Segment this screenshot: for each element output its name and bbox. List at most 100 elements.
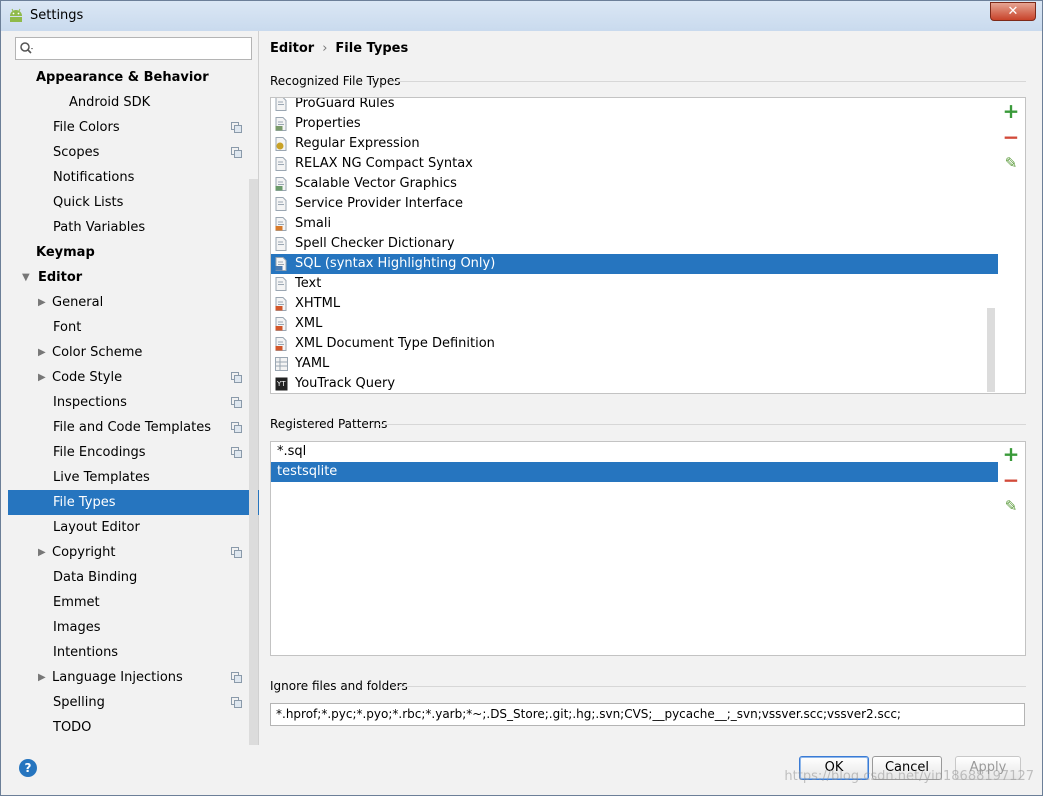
xhtml-icon xyxy=(275,297,287,311)
sidebar-item-label: Images xyxy=(53,620,101,635)
sidebar-item-label: File Types xyxy=(53,495,116,510)
file-types-list[interactable]: ProGuard Rules Properties Regular Expressi… xyxy=(270,97,1026,394)
project-settings-icon xyxy=(231,372,242,383)
expand-arrow-right-icon[interactable]: ▶ xyxy=(38,340,50,365)
file-type-row[interactable]: Properties xyxy=(271,114,998,134)
sidebar-item[interactable]: Android SDK xyxy=(8,90,259,115)
sidebar-scrollbar[interactable] xyxy=(249,179,258,745)
file-type-row[interactable]: Text xyxy=(271,274,998,294)
registered-patterns-list[interactable]: *.sql testsqlite xyxy=(270,441,1026,656)
sidebar-item[interactable]: Layout Editor xyxy=(8,515,259,540)
sidebar-item[interactable]: Spelling xyxy=(8,690,259,715)
project-settings-icon xyxy=(231,447,242,458)
expand-arrow-right-icon[interactable]: ▶ xyxy=(38,290,50,315)
file-type-label: XHTML xyxy=(295,296,341,311)
file-type-label: Spell Checker Dictionary xyxy=(295,236,455,251)
patterns-tools: + − ✎ xyxy=(998,441,1024,521)
sidebar-item[interactable]: Live Templates xyxy=(8,465,259,490)
sidebar-item-label: Editor xyxy=(38,270,83,285)
remove-file-type-button[interactable]: − xyxy=(998,124,1024,150)
window-title: Settings xyxy=(30,8,84,23)
sidebar-item[interactable]: File Colors xyxy=(8,115,259,140)
close-window-button[interactable]: ✕ xyxy=(990,2,1036,21)
pattern-label: testsqlite xyxy=(277,464,338,479)
sidebar-item[interactable]: Scopes xyxy=(8,140,259,165)
sidebar-item[interactable]: ▶ Color Scheme xyxy=(8,340,259,365)
file-type-row[interactable]: XML xyxy=(271,314,998,334)
sidebar-item[interactable]: Notifications xyxy=(8,165,259,190)
sidebar-item[interactable]: Inspections xyxy=(8,390,259,415)
file-type-row[interactable]: Spell Checker Dictionary xyxy=(271,234,998,254)
file-type-row[interactable]: Service Provider Interface xyxy=(271,194,998,214)
file-type-label: YAML xyxy=(295,356,330,371)
file-type-row[interactable]: Scalable Vector Graphics xyxy=(271,174,998,194)
sidebar-item-label: Copyright xyxy=(52,545,116,560)
sidebar-item-label: Live Templates xyxy=(53,470,150,485)
sql-icon xyxy=(275,257,287,271)
project-settings-icon xyxy=(231,397,242,408)
file-type-row[interactable]: SQL (syntax Highlighting Only) xyxy=(271,254,998,274)
sidebar-item[interactable]: Data Binding xyxy=(8,565,259,590)
expand-arrow-right-icon[interactable]: ▶ xyxy=(38,540,50,565)
file-type-label: Text xyxy=(295,276,322,291)
file-type-row[interactable]: Regular Expression xyxy=(271,134,998,154)
sidebar-item[interactable]: Quick Lists xyxy=(8,190,259,215)
edit-file-type-button[interactable]: ✎ xyxy=(998,150,1024,176)
title-bar[interactable]: Settings ✕ xyxy=(1,1,1042,31)
sidebar-item[interactable]: Emmet xyxy=(8,590,259,615)
sidebar-item-label: File Encodings xyxy=(53,445,146,460)
xml-icon xyxy=(275,317,287,331)
sidebar-item-label: Intentions xyxy=(53,645,119,660)
help-button[interactable]: ? xyxy=(19,759,37,777)
project-settings-icon xyxy=(231,122,242,133)
sidebar-item[interactable]: File and Code Templates xyxy=(8,415,259,440)
smali-icon xyxy=(275,217,287,231)
sidebar-item[interactable]: File Types xyxy=(8,490,259,515)
sidebar-item[interactable]: ▶ Code Style xyxy=(8,365,259,390)
sidebar-item[interactable]: Appearance & Behavior xyxy=(8,65,259,90)
android-icon xyxy=(10,8,22,22)
pattern-row[interactable]: testsqlite xyxy=(271,462,998,482)
edit-pattern-button[interactable]: ✎ xyxy=(998,493,1024,519)
add-file-type-button[interactable]: + xyxy=(998,98,1024,124)
add-pattern-button[interactable]: + xyxy=(998,441,1024,467)
sidebar-item[interactable]: Path Variables xyxy=(8,215,259,240)
sidebar-item-label: Keymap xyxy=(36,245,95,260)
sidebar-item[interactable]: Images xyxy=(8,615,259,640)
file-types-scrollbar[interactable] xyxy=(987,308,995,392)
breadcrumb-current: File Types xyxy=(335,41,409,56)
doc-lines-icon xyxy=(275,157,287,171)
pattern-row[interactable]: *.sql xyxy=(271,442,998,462)
regex-icon xyxy=(275,137,287,151)
file-type-row[interactable]: RELAX NG Compact Syntax xyxy=(271,154,998,174)
sidebar-item-label: Quick Lists xyxy=(53,195,124,210)
file-type-label: RELAX NG Compact Syntax xyxy=(295,156,473,171)
sidebar-item[interactable]: Font xyxy=(8,315,259,340)
file-type-row[interactable]: ProGuard Rules xyxy=(271,98,998,114)
sidebar-item-label: Android SDK xyxy=(69,95,151,110)
expand-arrow-down-icon[interactable]: ▼ xyxy=(22,265,34,290)
file-type-row[interactable]: XHTML xyxy=(271,294,998,314)
breadcrumb: Editor › File Types xyxy=(270,41,408,56)
file-type-row[interactable]: XML Document Type Definition xyxy=(271,334,998,354)
sidebar-item-label: Emmet xyxy=(53,595,100,610)
sidebar-item[interactable]: TODO xyxy=(8,715,259,740)
expand-arrow-right-icon[interactable]: ▶ xyxy=(38,365,50,390)
file-type-row[interactable]: YT YouTrack Query xyxy=(271,374,998,393)
ignore-files-input[interactable]: *.hprof;*.pyc;*.pyo;*.rbc;*.yarb;*~;.DS_… xyxy=(270,703,1025,726)
doc-lines-icon xyxy=(275,98,287,111)
remove-pattern-button[interactable]: − xyxy=(998,467,1024,493)
sidebar-item[interactable]: File Encodings xyxy=(8,440,259,465)
sidebar-item[interactable]: Keymap xyxy=(8,240,259,265)
sidebar-item[interactable]: ▼ Editor xyxy=(8,265,259,290)
sidebar-item[interactable]: ▶ Copyright xyxy=(8,540,259,565)
file-type-row[interactable]: YAML xyxy=(271,354,998,374)
sidebar-item[interactable]: ▶ Language Injections xyxy=(8,665,259,690)
project-settings-icon xyxy=(231,147,242,158)
settings-search-input[interactable] xyxy=(15,37,252,60)
sidebar-item[interactable]: ▶ General xyxy=(8,290,259,315)
sidebar-item[interactable]: Intentions xyxy=(8,640,259,665)
expand-arrow-right-icon[interactable]: ▶ xyxy=(38,665,50,690)
settings-tree: Appearance & Behavior Android SDK File Col… xyxy=(8,65,259,745)
file-type-row[interactable]: Smali xyxy=(271,214,998,234)
